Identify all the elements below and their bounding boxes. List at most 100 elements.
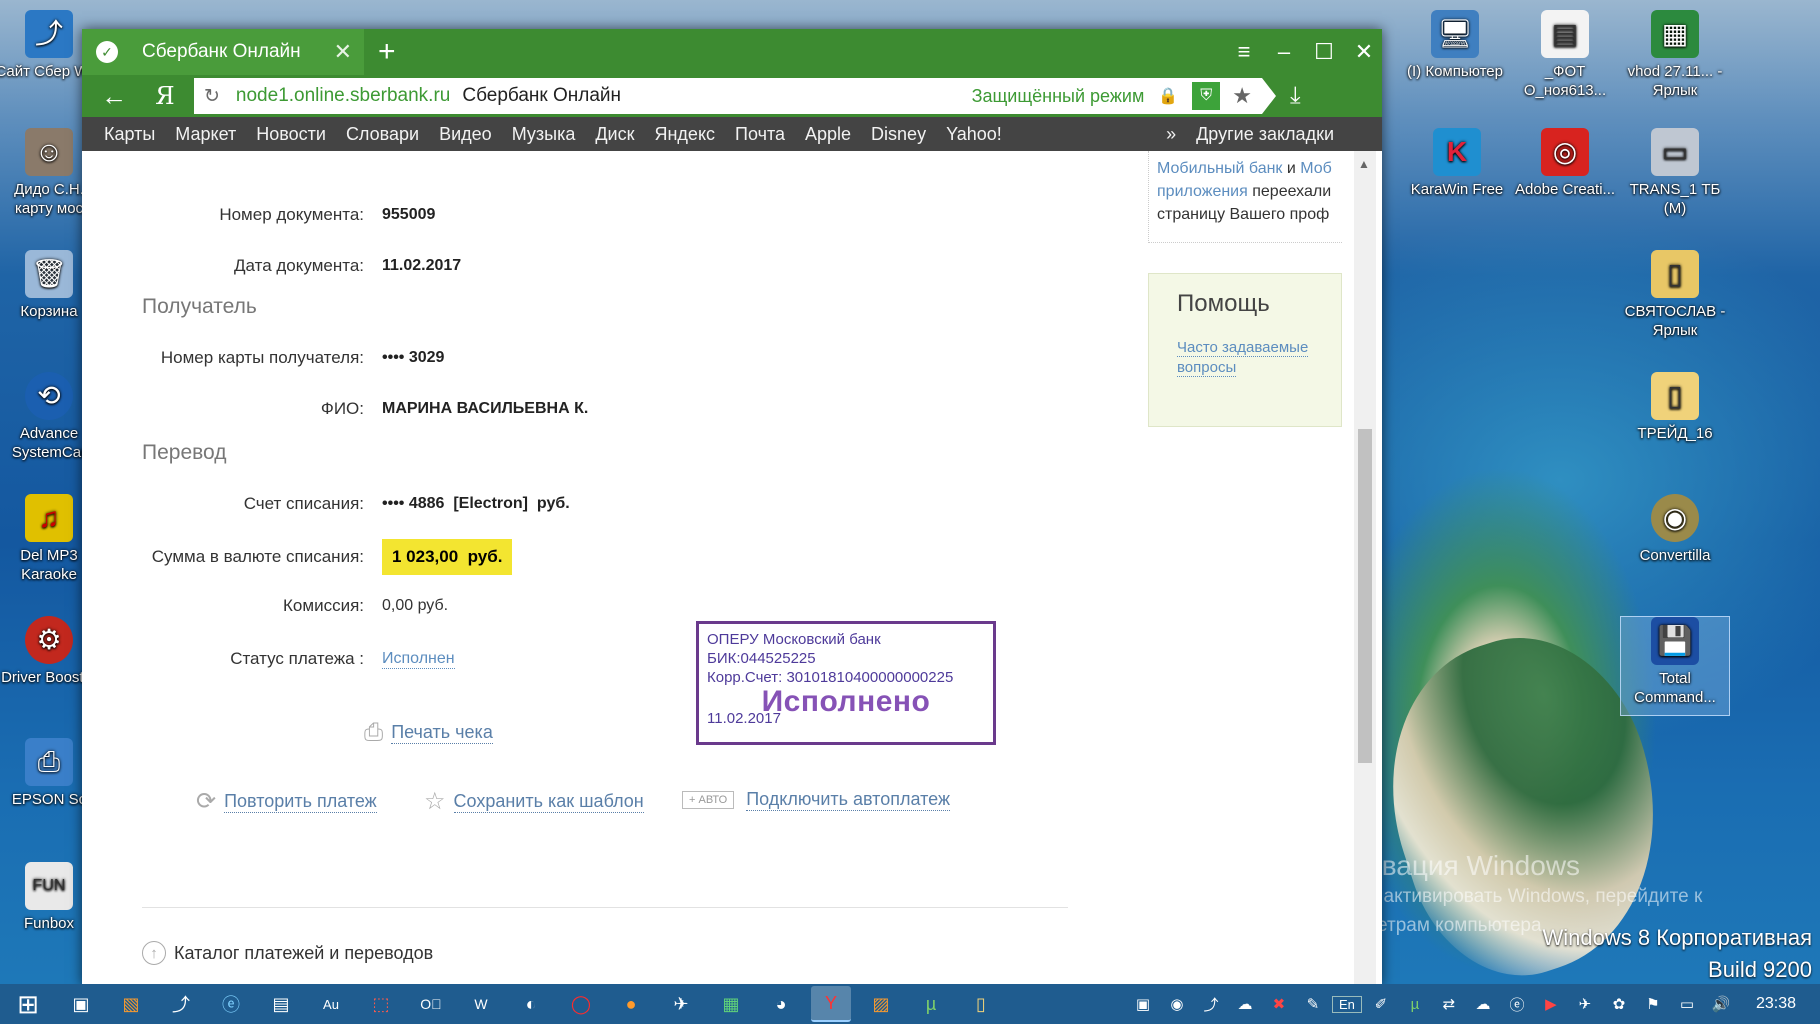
media-taskbar-icon[interactable]: ◐	[511, 986, 551, 1022]
folder-taskbar-icon[interactable]: ▯	[961, 986, 1001, 1022]
desktop-icon-convertilla[interactable]: ◉ Convertilla	[1620, 494, 1730, 565]
explorer-taskbar-icon[interactable]: ▣	[61, 986, 101, 1022]
desktop-icon-treid[interactable]: ▯ ТРЕЙД_16	[1620, 372, 1730, 443]
back-arrow-icon[interactable]: ←	[92, 81, 136, 112]
yandex-browser-taskbar-icon[interactable]: Y	[811, 986, 851, 1022]
bookmark-item[interactable]: Yahoo!	[946, 124, 1002, 145]
download-icon[interactable]: ⤓	[1290, 82, 1301, 110]
mobile-bank-link[interactable]: Мобильный банк	[1157, 160, 1282, 177]
bookmark-item[interactable]: Новости	[256, 124, 326, 145]
close-window-icon[interactable]: ✕	[1354, 39, 1374, 65]
print-receipt-button[interactable]: ⎙ Печать чека	[364, 719, 493, 747]
bookmark-star-icon[interactable]: ★	[1232, 83, 1252, 109]
yandex-icon[interactable]: Я	[136, 82, 194, 110]
drive-icon: ▭	[1651, 128, 1699, 176]
desktop-icon-total-commander[interactable]: 💾 Total Command...	[1620, 616, 1730, 716]
system-tray: ▣ ◉ ⤴ ☁ ✖ ✎ En ✐ µ ⇄ ☁ ⓔ ▶ ✈ ✿ ⚑ ▭ 🔊 23:…	[1126, 984, 1820, 1024]
bookmark-item[interactable]: Видео	[439, 124, 492, 145]
menu-icon[interactable]: ≡	[1234, 39, 1254, 65]
repeat-payment-button[interactable]: ⟳ Повторить платеж	[196, 787, 377, 816]
tray-app-icon[interactable]: ▣	[1128, 995, 1158, 1013]
new-tab-icon[interactable]: +	[378, 35, 396, 69]
reload-icon[interactable]: ↻	[204, 85, 220, 108]
app-taskbar-icon[interactable]: ▧	[111, 986, 151, 1022]
sberbank-logo-icon: ✓	[96, 41, 118, 63]
other-bookmarks[interactable]: Другие закладки	[1196, 124, 1334, 145]
clock[interactable]: 23:38	[1756, 995, 1796, 1013]
secure-mode-label[interactable]: Защищённый режим	[972, 86, 1145, 107]
windows-start-icon[interactable]: ⊞	[0, 984, 56, 1024]
faq-link[interactable]: Часто задаваемые вопросы	[1177, 339, 1309, 377]
account-label: Счет списания:	[243, 494, 364, 513]
url-page-title: Сбербанк Онлайн	[462, 85, 622, 106]
outlook-taskbar-icon[interactable]: O⃞	[411, 986, 451, 1022]
app5-taskbar-icon[interactable]: ▨	[861, 986, 901, 1022]
scroll-up-icon[interactable]: ▲	[1358, 157, 1370, 171]
desktop-icon-svyatoslav[interactable]: ▯ СВЯТОСЛАВ - Ярлык	[1620, 250, 1730, 340]
bookmark-item[interactable]: Карты	[104, 124, 155, 145]
save-template-button[interactable]: ☆ Сохранить как шаблон	[424, 787, 644, 816]
tray-blocked-icon[interactable]: ✖	[1264, 995, 1294, 1013]
tray-volume-icon[interactable]: 🔊	[1706, 995, 1736, 1013]
browser-titlebar: ✓ Сбербанк Онлайн ✕ + ≡ – ☐ ✕	[82, 29, 1382, 75]
tray-network-icon[interactable]: ⇄	[1434, 995, 1464, 1013]
tray-onedrive-icon[interactable]: ☁	[1468, 995, 1498, 1013]
minimize-icon[interactable]: –	[1274, 39, 1294, 65]
stamp-bik: БИК:044525225	[707, 650, 816, 667]
tray-language-indicator[interactable]: En	[1331, 995, 1362, 1013]
desktop-icon-adobe[interactable]: ◎ Adobe Creati...	[1510, 128, 1620, 199]
mobile-app-link-2[interactable]: приложения	[1157, 183, 1248, 200]
desktop-icon-trans-drive[interactable]: ▭ TRANS_1 ТБ (M)	[1620, 128, 1730, 218]
status-value[interactable]: Исполнен	[382, 650, 455, 669]
bookmark-item[interactable]: Музыка	[512, 124, 576, 145]
opera-taskbar-icon[interactable]: ◯	[561, 986, 601, 1022]
app2-taskbar-icon[interactable]: ▤	[261, 986, 301, 1022]
desktop-icon-karawin[interactable]: K KaraWin Free	[1402, 128, 1512, 199]
tray-cloud-icon[interactable]: ☁	[1230, 995, 1260, 1013]
maximize-icon[interactable]: ☐	[1314, 39, 1334, 65]
tray-update-icon[interactable]: ◉	[1162, 995, 1192, 1013]
stamp-bank: ОПЕРУ Московский банк	[707, 631, 881, 648]
scroll-thumb[interactable]	[1358, 429, 1372, 763]
bookmark-item[interactable]: Маркет	[175, 124, 236, 145]
more-bookmarks-icon[interactable]: »	[1166, 124, 1176, 145]
pdf-taskbar-icon[interactable]: ⬚	[361, 986, 401, 1022]
mobile-app-link[interactable]: Моб	[1300, 160, 1332, 177]
desktop-icon-vhod-xls[interactable]: ▦ vhod 27.11... - Ярлык	[1620, 10, 1730, 100]
desktop-icon-computer[interactable]: 🖥 (I) Компьютер	[1380, 10, 1530, 81]
shield-icon[interactable]: ⛨	[1192, 82, 1221, 110]
bookmark-item[interactable]: Яндекс	[654, 124, 715, 145]
tray-arrow-icon[interactable]: ▶	[1536, 995, 1566, 1013]
tray-flag-icon[interactable]: ⚑	[1638, 995, 1668, 1013]
shortcut-taskbar-icon[interactable]: ⤴	[161, 986, 201, 1022]
torrent-taskbar-icon[interactable]: µ	[911, 986, 951, 1022]
app4-taskbar-icon[interactable]: ◕	[761, 986, 801, 1022]
bookmark-item[interactable]: Диск	[595, 124, 634, 145]
tab-sberbank[interactable]: ✓ Сбербанк Онлайн ✕	[82, 29, 364, 75]
audition-taskbar-icon[interactable]: Au	[311, 986, 351, 1022]
bookmark-item[interactable]: Почта	[735, 124, 785, 145]
card-row: Номер карты получателя: •••• 3029	[82, 348, 445, 368]
catalog-link[interactable]: ↑ Каталог платежей и переводов	[142, 941, 433, 965]
tray-tool-icon[interactable]: ✎	[1298, 995, 1328, 1013]
tray-plane-icon[interactable]: ✈	[1570, 995, 1600, 1013]
bookmark-item[interactable]: Словари	[346, 124, 419, 145]
tray-torrent-icon[interactable]: µ	[1400, 996, 1430, 1013]
bookmark-item[interactable]: Apple	[805, 124, 851, 145]
desktop-icon-fot-doc[interactable]: ▤ _ФОТ О_ноя613...	[1510, 10, 1620, 100]
excel-taskbar-icon[interactable]: ▦	[711, 986, 751, 1022]
bookmark-item[interactable]: Disney	[871, 124, 926, 145]
url-field[interactable]: ↻ node1.online.sberbank.ru Сбербанк Онла…	[194, 78, 1276, 114]
tray-shortcut-icon[interactable]: ⤴	[1196, 994, 1226, 1015]
page-scrollbar[interactable]: ▲	[1354, 151, 1376, 986]
tab-close-icon[interactable]: ✕	[334, 39, 352, 65]
ie-taskbar-icon[interactable]: ⓔ	[211, 986, 251, 1022]
tray-ie-icon[interactable]: ⓔ	[1502, 994, 1532, 1015]
firefox-taskbar-icon[interactable]: ●	[611, 986, 651, 1022]
app3-taskbar-icon[interactable]: ✈	[661, 986, 701, 1022]
autopay-button[interactable]: + АВТО Подключить автоплатеж	[682, 789, 950, 811]
tray-display-icon[interactable]: ▭	[1672, 995, 1702, 1013]
tray-color-icon[interactable]: ✿	[1604, 995, 1634, 1013]
tray-brush-icon[interactable]: ✐	[1366, 995, 1396, 1013]
word-taskbar-icon[interactable]: W	[461, 986, 501, 1022]
